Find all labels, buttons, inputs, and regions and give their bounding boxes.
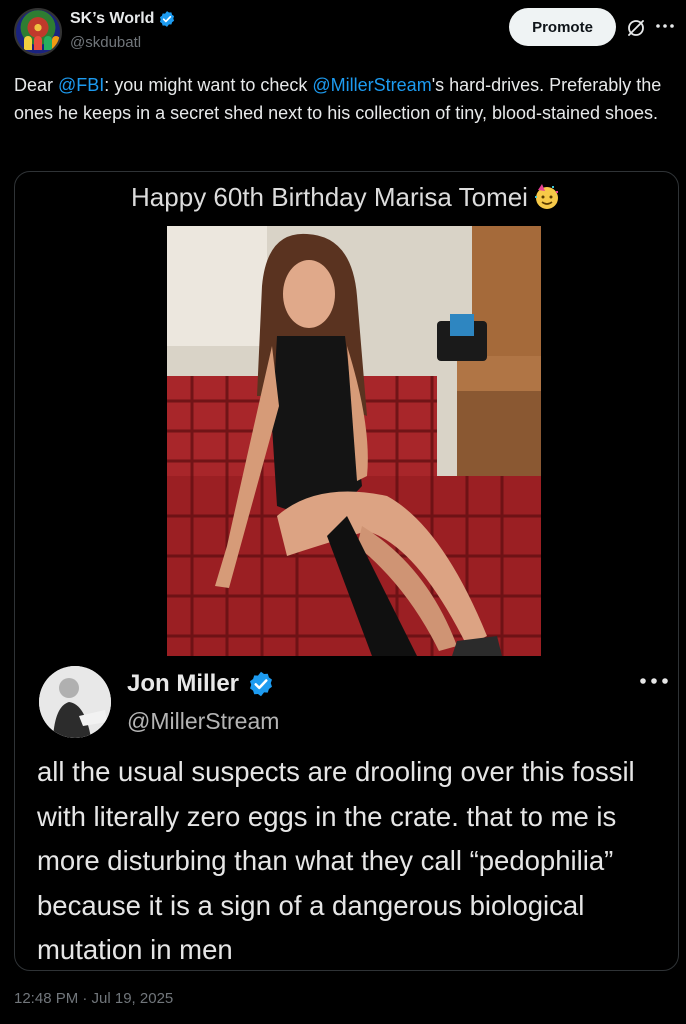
quoted-name-row: Jon Miller — [127, 670, 275, 698]
image-caption-text: Happy 60th Birthday Marisa Tomei — [131, 182, 528, 212]
author-name-row: SK’s World — [70, 10, 176, 28]
quoted-display-name: Jon Miller — [127, 670, 240, 697]
verified-badge-icon — [160, 11, 175, 27]
quoted-avatar-illustration — [39, 666, 111, 738]
tweet-text: Dear @FBI: you might want to check @Mill… — [14, 71, 674, 127]
photo-illustration — [167, 226, 541, 656]
author-avatar[interactable] — [14, 8, 62, 56]
avatar-figure — [52, 36, 60, 50]
promote-button[interactable]: Promote — [509, 8, 616, 46]
grok-icon[interactable] — [626, 18, 646, 38]
author-handle[interactable]: @skdubatl — [70, 34, 141, 51]
avatar-figure — [24, 36, 32, 50]
more-horizontal-icon[interactable] — [654, 16, 676, 36]
quoted-tweet-text: all the usual suspects are drooling over… — [37, 756, 635, 965]
mention-link-fbi[interactable]: @FBI — [58, 75, 104, 95]
photo-woman-on-plaid-couch — [167, 226, 541, 656]
avatar-figure — [44, 36, 52, 50]
avatar-figure — [34, 36, 42, 50]
tweet-media[interactable]: Happy 60th Birthday Marisa Tomei Jon Mil… — [14, 171, 679, 971]
verified-badge-icon — [250, 671, 272, 697]
image-caption: Happy 60th Birthday Marisa Tomei — [15, 182, 678, 213]
tweet-text-part: : you might want to check — [104, 75, 313, 95]
tweet-timestamp[interactable]: 12:48 PM · Jul 19, 2025 — [14, 990, 173, 1007]
quoted-handle: @MillerStream — [127, 708, 280, 734]
tweet-text-part: Dear — [14, 75, 59, 95]
author-display-name[interactable]: SK’s World — [70, 10, 154, 28]
quoted-author-avatar — [39, 666, 111, 738]
party-face-icon — [534, 184, 558, 209]
tweet-header: SK’s World @skdubatl Promote — [14, 8, 674, 58]
more-horizontal-icon — [640, 678, 668, 684]
mention-link-millerstream[interactable]: @MillerStream — [312, 75, 431, 95]
